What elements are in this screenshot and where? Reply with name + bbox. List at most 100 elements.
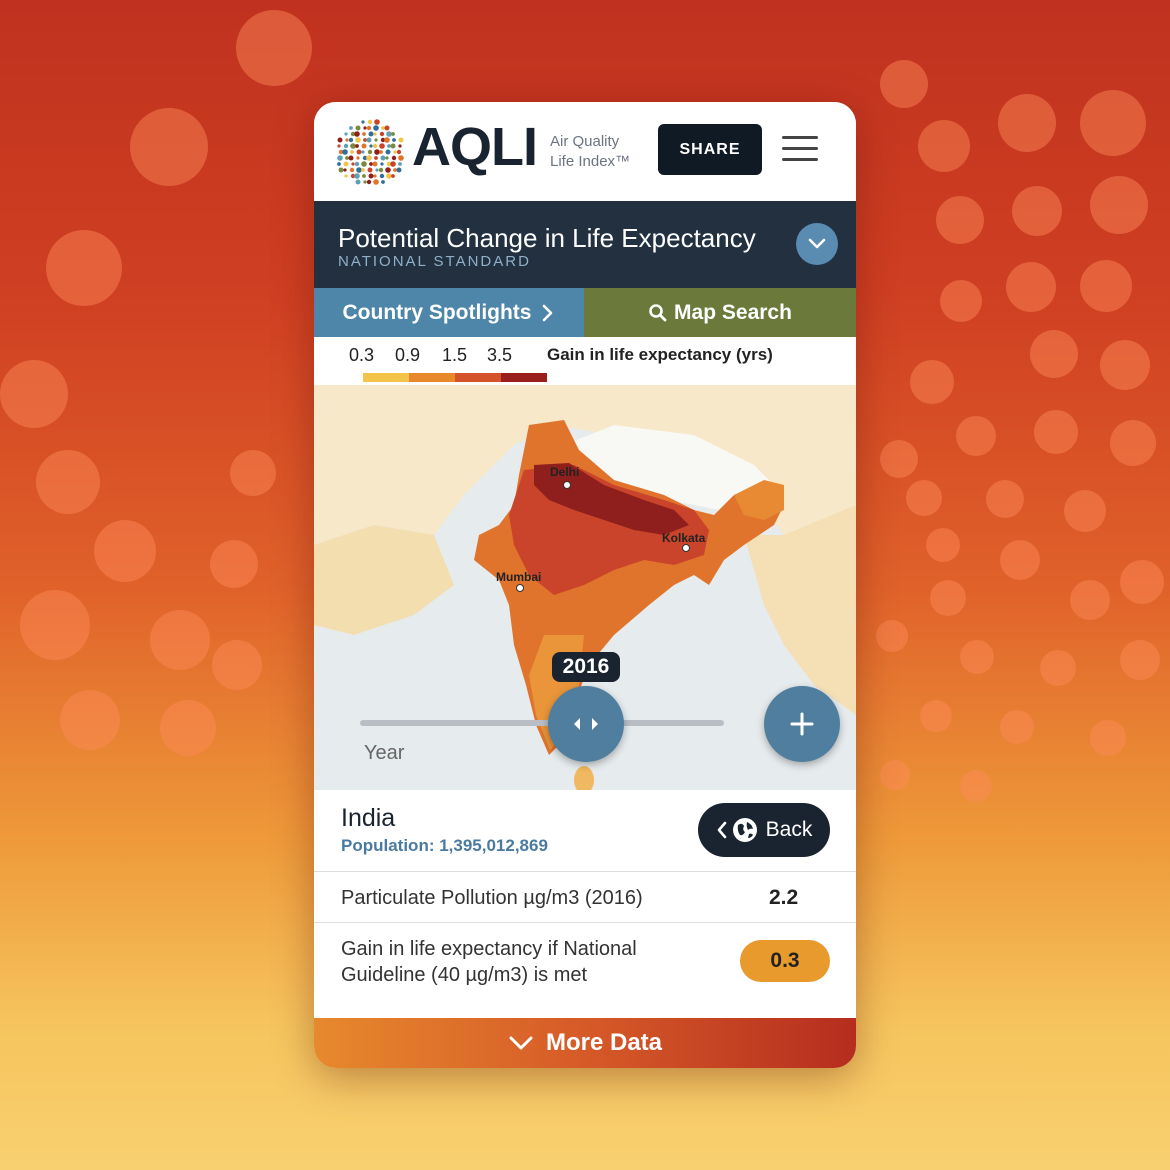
bokeh-circle	[910, 360, 954, 404]
bokeh-circle	[1090, 720, 1126, 756]
map-legend: 0.3 0.9 1.5 3.5 Gain in life expectancy …	[314, 337, 856, 385]
bokeh-circle	[1070, 580, 1110, 620]
bokeh-circle	[960, 640, 994, 674]
city-label-kolkata: Kolkata	[662, 531, 706, 545]
gain-value-badge: 0.3	[740, 940, 830, 982]
more-data-label: More Data	[545, 1029, 663, 1056]
bokeh-circle	[60, 690, 120, 750]
bokeh-circle	[1120, 640, 1160, 680]
chevron-left-icon	[717, 821, 726, 839]
logo-subtitle: Air Quality Life Index™	[550, 132, 630, 172]
legend-swatch	[455, 373, 501, 382]
back-button[interactable]: Back	[698, 803, 830, 857]
plus-icon[interactable]	[764, 686, 840, 762]
city-label-delhi: Delhi	[550, 465, 580, 479]
bokeh-circle	[880, 760, 910, 790]
drag-arrows-icon	[573, 718, 598, 730]
bokeh-circle	[1110, 420, 1156, 466]
bokeh-circle	[1100, 340, 1150, 390]
legend-value: 1.5	[442, 345, 468, 365]
bokeh-circle	[1030, 330, 1078, 378]
bokeh-circle	[94, 520, 156, 582]
pollution-label: Particulate Pollution µg/m3 (2016)	[341, 887, 643, 909]
bokeh-circle	[986, 480, 1024, 518]
globe-icon	[732, 818, 757, 842]
bokeh-circle	[150, 610, 210, 670]
bokeh-circle	[998, 94, 1056, 152]
bokeh-circle	[1120, 560, 1164, 604]
tab-country-spotlights[interactable]: Country Spotlights	[314, 288, 584, 337]
bokeh-circle	[1006, 262, 1056, 312]
bokeh-circle	[1000, 540, 1040, 580]
bokeh-circle	[210, 540, 258, 588]
gain-label: Gain in life expectancy if National Guid…	[341, 936, 637, 988]
legend-swatch	[363, 373, 409, 382]
bokeh-circle	[940, 280, 982, 322]
logo-wordmark: AQLI	[412, 117, 538, 177]
gain-label-line: Gain in life expectancy if National	[341, 938, 637, 960]
bokeh-circle	[930, 580, 966, 616]
gain-label-line: Guideline (40 µg/m3) is met	[341, 964, 588, 986]
bokeh-circle	[236, 10, 312, 86]
bokeh-circle	[936, 196, 984, 244]
bokeh-circle	[212, 640, 262, 690]
bokeh-circle	[0, 360, 68, 428]
population-text: Population: 1,395,012,869	[341, 836, 548, 855]
row-divider	[314, 871, 856, 872]
bokeh-circle	[1012, 186, 1062, 236]
bokeh-circle	[880, 440, 918, 478]
logo-subtitle-line: Life Index™	[550, 153, 631, 170]
pollution-value: 2.2	[769, 886, 799, 909]
legend-value: 0.9	[395, 345, 421, 365]
year-slider-track[interactable]	[360, 720, 724, 726]
bokeh-circle	[1080, 90, 1146, 156]
legend-swatch	[409, 373, 455, 382]
bokeh-circle	[1090, 176, 1148, 234]
row-divider	[314, 922, 856, 923]
legend-value: 0.3	[349, 345, 375, 365]
bokeh-circle	[130, 108, 208, 186]
bokeh-circle	[1064, 490, 1106, 532]
year-slider-handle[interactable]	[547, 686, 624, 762]
bokeh-circle	[960, 770, 992, 802]
bokeh-circle	[906, 480, 942, 516]
bokeh-circle	[1080, 260, 1132, 312]
legend-label: Gain in life expectancy (yrs)	[547, 345, 773, 364]
country-info-panel: India Population: 1,395,012,869 Back Par…	[314, 790, 856, 1018]
app-window: AQLI Air Quality Life Index™ SHARE Poten…	[314, 102, 856, 1068]
legend-value: 3.5	[487, 345, 513, 365]
tab-label: Map Search	[674, 300, 792, 324]
country-name: India	[341, 804, 396, 832]
bokeh-circle	[918, 120, 970, 172]
indicator-title: Potential Change in Life Expectancy	[338, 223, 756, 253]
tab-map-search[interactable]: Map Search	[584, 288, 856, 337]
more-data-button[interactable]: More Data	[314, 1018, 856, 1068]
legend-swatch	[501, 373, 547, 382]
bokeh-circle	[46, 230, 122, 306]
city-label-mumbai: Mumbai	[496, 570, 542, 584]
aqli-logo-icon	[337, 119, 404, 185]
bokeh-circle	[920, 700, 952, 732]
bokeh-circle	[160, 700, 216, 756]
search-icon	[649, 303, 667, 321]
bokeh-circle	[956, 416, 996, 456]
hamburger-icon[interactable]	[782, 136, 818, 162]
chevron-down-icon[interactable]	[796, 223, 838, 265]
bokeh-circle	[1040, 650, 1076, 686]
indicator-header[interactable]: Potential Change in Life Expectancy NATI…	[314, 201, 856, 288]
bokeh-circle	[36, 450, 100, 514]
indicator-subtitle: NATIONAL STANDARD	[338, 253, 531, 270]
app-header: AQLI Air Quality Life Index™ SHARE	[314, 102, 856, 201]
bokeh-circle	[1000, 710, 1034, 744]
bokeh-circle	[926, 528, 960, 562]
tab-label: Country Spotlights	[342, 300, 532, 324]
bokeh-circle	[880, 60, 928, 108]
bokeh-circle	[1034, 410, 1078, 454]
chevron-right-icon	[543, 304, 553, 321]
share-button[interactable]: SHARE	[658, 124, 762, 175]
chevron-down-icon	[509, 1036, 533, 1050]
year-value-pill: 2016	[552, 652, 620, 682]
bokeh-circle	[20, 590, 90, 660]
logo-subtitle-line: Air Quality	[550, 133, 620, 150]
year-slider-label: Year	[364, 742, 405, 764]
